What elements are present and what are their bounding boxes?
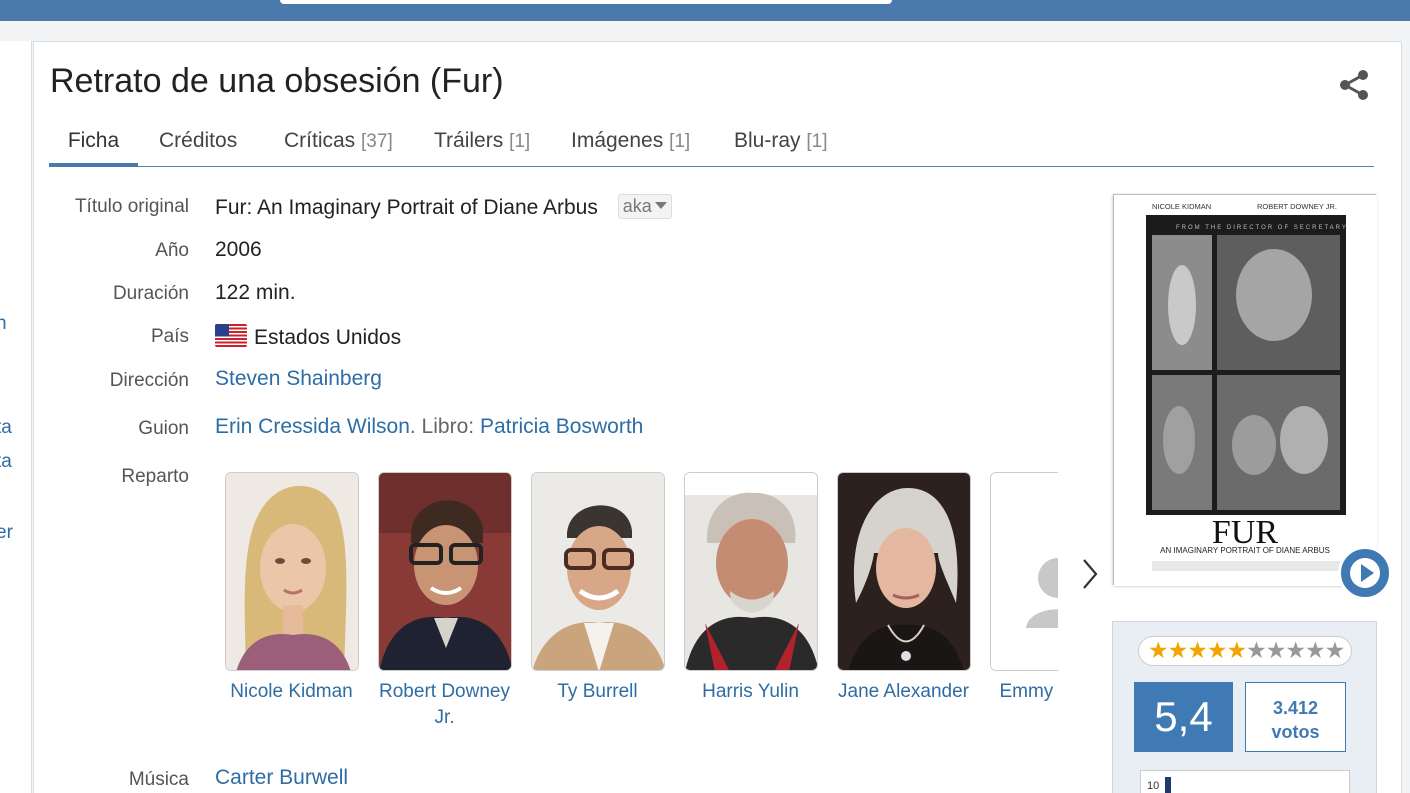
cast-item[interactable]: Ty Burrell [521,472,674,705]
script-label: Guion [138,418,189,439]
tab-label: Créditos [159,129,238,152]
actor-photo[interactable] [836,472,971,671]
tab-bar: Ficha Créditos Críticas [37] Tráilers [1… [49,126,1374,167]
actor-photo[interactable] [530,472,665,671]
music-label: Música [128,769,189,790]
actor-photo[interactable] [224,472,359,671]
tab-count: [1] [509,131,531,152]
book-author-link[interactable]: Patricia Bosworth [480,415,643,438]
actor-name[interactable]: Emmy Clarke [980,679,1058,705]
movie-card: Retrato de una obsesión (Fur) Ficha Créd… [33,41,1402,793]
tab-label: Ficha [67,129,120,152]
search-input[interactable] [280,0,892,4]
chevron-right-icon[interactable] [1080,556,1100,592]
poster-actor-right: ROBERT DOWNEY JR. [1257,202,1337,211]
actor-photo-placeholder[interactable] [989,472,1058,671]
year-label: Año [155,240,189,261]
country-value: Estados Unidos [215,324,401,350]
tab-count: [37] [361,131,393,152]
cast-item[interactable]: Jane Alexander [827,472,980,705]
cast-item[interactable]: Harris Yulin [674,472,827,705]
original-title-label: Título original [74,196,189,217]
actor-name[interactable]: Nicole Kidman [215,679,368,705]
top-navbar [0,0,1410,21]
logo-icon: 10 [1147,777,1171,793]
cast-item[interactable]: Emmy Clarke [980,472,1058,705]
caret-down-icon [654,202,667,209]
tab-label: Críticas [284,129,356,152]
actor-photo[interactable] [377,472,512,671]
play-icon [1350,558,1380,588]
votes-number: 3.412 [1272,698,1319,718]
sidebar-fragment[interactable]: ta [0,417,12,439]
tab-trailers[interactable]: Tráilers [1] [434,126,530,167]
star-icon: ★★★★★ [1148,637,1247,663]
votes-count[interactable]: 3.412 votos [1245,682,1346,752]
rating-score: 5,4 [1134,682,1233,752]
cast-carousel: Nicole Kidman Robert Downey Jr. Ty Burre… [215,472,1058,742]
aka-label: aka [622,196,652,216]
poster-actor-left: NICOLE KIDMAN [1152,202,1211,211]
us-flag-icon [215,324,247,347]
actor-photo[interactable] [683,472,818,671]
tab-label: Imágenes [571,129,664,152]
duration-label: Duración [112,283,189,304]
cast-item[interactable]: Nicole Kidman [215,472,368,705]
star-icon: ★★★★★ [1246,637,1345,663]
script-value: Erin Cressida Wilson. Libro: Patricia Bo… [215,415,643,439]
direction-label: Dirección [109,370,189,391]
actor-name[interactable]: Ty Burrell [521,679,674,705]
duration-value: 122 min. [215,281,296,304]
direction-value: Steven Shainberg [215,367,382,391]
star-rating[interactable]: ★★★★★★★★★★ [1138,636,1352,666]
original-title-text: Fur: An Imaginary Portrait of Diane Arbu… [215,196,598,219]
rating-panel: ★★★★★★★★★★ 5,4 3.412 votos 10 [1112,621,1377,793]
page-title: Retrato de una obsesión (Fur) [50,62,504,100]
cast-item[interactable]: Robert Downey Jr. [368,472,521,731]
cast-label: Reparto [121,466,189,487]
tab-bluray[interactable]: Blu-ray [1] [734,126,828,167]
composer-link[interactable]: Carter Burwell [215,766,348,789]
actor-name[interactable]: Jane Alexander [827,679,980,705]
year-value: 2006 [215,238,262,261]
country-label: País [150,326,189,347]
aka-dropdown[interactable]: aka [617,194,672,219]
tab-label: Blu-ray [734,129,801,152]
tab-ficha[interactable]: Ficha [49,126,138,167]
tab-creditos[interactable]: Créditos [159,126,237,167]
director-link[interactable]: Steven Shainberg [215,367,382,390]
original-title-value: Fur: An Imaginary Portrait of Diane Arbu… [215,194,672,220]
sidebar-fragment[interactable]: ta [0,451,12,473]
script-separator: . Libro: [409,415,480,438]
votes-label: votos [1271,722,1320,742]
music-value: Carter Burwell [215,766,348,790]
poster-tagline: FROM THE DIRECTOR OF SECRETARY [1176,225,1348,231]
tab-imagenes[interactable]: Imágenes [1] [571,126,690,167]
tab-count: [1] [669,131,691,152]
tab-criticas[interactable]: Críticas [37] [284,126,393,167]
poster-subtitle: AN IMAGINARY PORTRAIT OF DIANE ARBUS [1160,546,1330,555]
tab-count: [1] [806,131,828,152]
writer-link[interactable]: Erin Cressida Wilson [215,415,410,438]
tab-label: Tráilers [434,129,504,152]
svg-text:10: 10 [1147,780,1159,792]
movie-poster[interactable]: NICOLE KIDMAN ROBERT DOWNEY JR. FROM THE… [1113,194,1377,586]
actor-name[interactable]: Harris Yulin [674,679,827,705]
sidebar-fragment[interactable]: er [0,522,13,544]
share-icon[interactable] [1337,68,1371,102]
country-name: Estados Unidos [254,326,402,349]
sidebar-fragment[interactable]: n [0,313,7,335]
left-sidebar: n ta ta er [0,41,32,793]
actor-name[interactable]: Robert Downey Jr. [368,679,521,731]
external-rating-box[interactable]: 10 [1140,770,1350,793]
poster-image: NICOLE KIDMAN ROBERT DOWNEY JR. FROM THE… [1114,195,1377,586]
play-trailer-button[interactable] [1338,546,1392,600]
